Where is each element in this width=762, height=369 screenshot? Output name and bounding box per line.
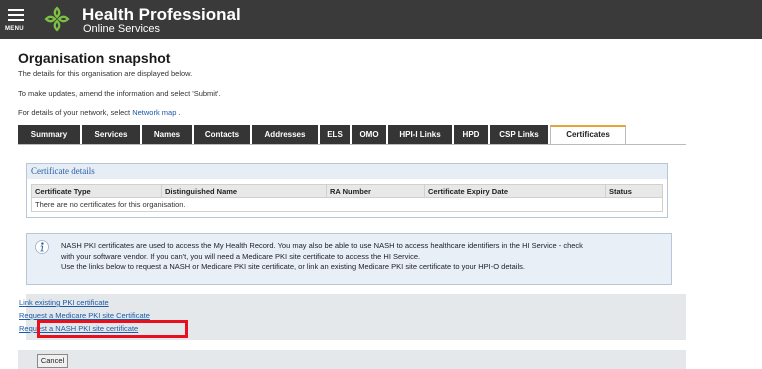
brand-title: Health Professional: [82, 5, 241, 24]
update-instructions: To make updates, amend the information a…: [18, 89, 221, 98]
column-distinguished-name: Distinguished Name: [161, 184, 327, 198]
top-bar: MENU Health Professional Online Services: [0, 0, 762, 39]
tab-omo[interactable]: OMO: [352, 125, 386, 144]
info-line-3: Use the links below to request a NASH or…: [61, 262, 525, 271]
column-certificate-type: Certificate Type: [31, 184, 162, 198]
network-paragraph: For details of your network, select Netw…: [18, 108, 181, 117]
table-row: There are no certificates for this organ…: [31, 197, 663, 212]
tab-els[interactable]: ELS: [320, 125, 350, 144]
logo-icon: [44, 6, 70, 32]
tab-bar: Summary Services Names Contacts Addresse…: [18, 125, 628, 145]
link-existing-pki-certificate[interactable]: Link existing PKI certificate: [19, 298, 109, 307]
network-suffix: .: [176, 108, 181, 117]
footer-bar: [18, 350, 686, 369]
tab-names[interactable]: Names: [142, 125, 192, 144]
tab-contacts[interactable]: Contacts: [194, 125, 250, 144]
menu-label: MENU: [5, 26, 24, 32]
intro-text: The details for this organisation are di…: [18, 69, 193, 78]
menu-button[interactable]: MENU: [4, 6, 30, 34]
tab-csp-links[interactable]: CSP Links: [490, 125, 548, 144]
certificate-table: Certificate Type Distinguished Name RA N…: [31, 184, 663, 212]
tab-services[interactable]: Services: [82, 125, 140, 144]
info-icon: [35, 240, 49, 254]
request-medicare-pki-certificate-link[interactable]: Request a Medicare PKI site Certificate: [19, 311, 150, 320]
info-line-2: with your software vendor. If you can't,…: [61, 251, 421, 261]
cancel-button[interactable]: Cancel: [37, 354, 68, 368]
tab-summary[interactable]: Summary: [18, 125, 80, 144]
column-status: Status: [605, 184, 663, 198]
empty-message: There are no certificates for this organ…: [31, 197, 663, 212]
tab-divider: [18, 144, 686, 145]
column-ra-number: RA Number: [326, 184, 425, 198]
info-box: NASH PKI certificates are used to access…: [26, 233, 672, 285]
column-expiry-date: Certificate Expiry Date: [424, 184, 606, 198]
tab-certificates[interactable]: Certificates: [550, 125, 626, 145]
certificate-details-panel: Certificate details Certificate Type Dis…: [26, 163, 668, 218]
table-header-row: Certificate Type Distinguished Name RA N…: [31, 184, 663, 198]
tab-hpd[interactable]: HPD: [454, 125, 488, 144]
certificate-details-heading: Certificate details: [27, 164, 667, 179]
page-title: Organisation snapshot: [18, 50, 171, 66]
brand-subtitle: Online Services: [83, 23, 161, 35]
network-map-link[interactable]: Network map: [132, 108, 176, 117]
info-text: NASH PKI certificates are used to access…: [61, 241, 661, 273]
tab-hpi-i-links[interactable]: HPI-I Links: [388, 125, 452, 144]
network-prefix: For details of your network, select: [18, 108, 133, 117]
info-line-1: NASH PKI certificates are used to access…: [61, 241, 583, 250]
hamburger-icon: [8, 9, 24, 24]
highlight-box: [37, 320, 188, 338]
tab-addresses[interactable]: Addresses: [252, 125, 318, 144]
